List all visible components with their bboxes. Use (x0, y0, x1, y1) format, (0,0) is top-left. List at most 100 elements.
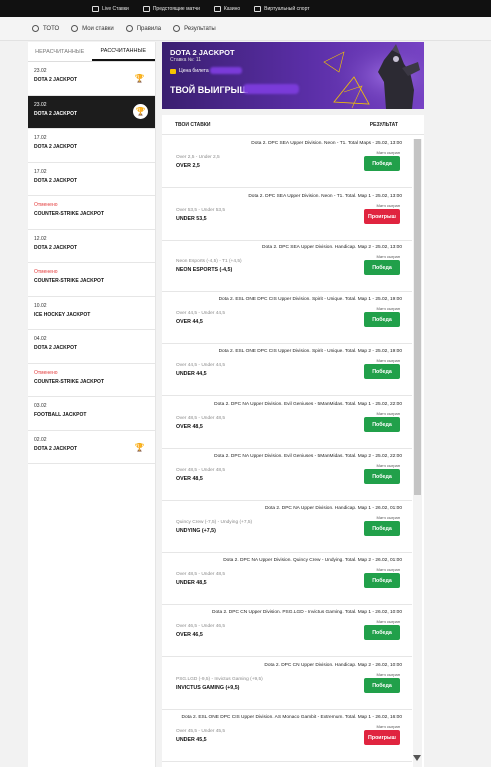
bet-choice: UNDER 45,5 (176, 737, 207, 743)
hero-art (314, 42, 424, 109)
match-played-label: Матч сыгран (376, 411, 400, 416)
bet-row: Dota 2. DPC NA Upper Division. Evil Geni… (162, 397, 412, 449)
sidebar-item[interactable]: 04.02 DOTA 2 JACKPOT (28, 330, 155, 364)
subnav-results-label: Результаты (184, 25, 216, 32)
bet-market: Over 44,5 - Under 44,5 (176, 363, 226, 368)
result-badge: Победа (364, 573, 400, 588)
bet-choice: UNDER 44,5 (176, 371, 207, 377)
match-played-label: Матч сыгран (376, 463, 400, 468)
bet-event: Dota 2. DPC SEA Upper Division. Handicap… (262, 245, 402, 250)
bet-row: Dota 2. DPC CN Upper Division. Handicap.… (162, 658, 412, 710)
tab-settled[interactable]: РАССЧИТАННЫЕ (91, 42, 155, 61)
bet-event: Dota 2. DPC NA Upper Division. Evil Geni… (214, 454, 402, 459)
bet-row: Dota 2. ESL ONE DPC CIS Upper Division. … (162, 344, 412, 396)
sidebar-item[interactable]: 23.02 DOTA 2 JACKPOT 🏆 (28, 62, 155, 96)
virtual-sport-icon (254, 5, 262, 12)
bet-market: Over 48,5 - Under 48,5 (176, 468, 226, 473)
bet-choice: UNDER 48,5 (176, 580, 207, 586)
book-icon (125, 25, 133, 32)
bet-event: Dota 2. DPC NA Upper Division. Quincy Cr… (223, 558, 402, 563)
bet-choice: OVER 2,5 (176, 163, 200, 169)
win-redaction (243, 84, 299, 94)
bet-event: Dota 2. DPC NA Upper Division. Handicap.… (264, 506, 402, 511)
tab-unsettled[interactable]: НЕРАСЧИТАННЫЕ (28, 42, 92, 61)
match-played-label: Матч сыгран (376, 619, 400, 624)
bet-choice: OVER 48,5 (176, 424, 203, 430)
column-bets: ТВОИ СТАВКИ (175, 121, 211, 128)
item-name: DOTA 2 JACKPOT (34, 345, 78, 351)
topnav-live-label: Live Ставки (102, 5, 129, 12)
bets-panel: ТВОИ СТАВКИ РЕЗУЛЬТАТ Dota 2. DPC SEA Up… (162, 115, 424, 767)
bets-icon (71, 25, 79, 32)
sidebar-item[interactable]: Отменено COUNTER-STRIKE JACKPOT (28, 196, 155, 230)
ticket-price-label: Цена билета (179, 68, 209, 74)
sidebar-list: 23.02 DOTA 2 JACKPOT 🏆 23.02 DOTA 2 JACKPOT 🏆… (28, 62, 155, 464)
bet-choice: OVER 44,5 (176, 319, 203, 325)
scrollbar[interactable] (413, 139, 422, 767)
jackpot-banner: DOTA 2 JACKPOT Ставка №: 11 Цена билета … (162, 42, 424, 109)
sidebar-item[interactable]: Отменено COUNTER-STRIKE JACKPOT (28, 263, 155, 297)
price-redaction (210, 67, 242, 74)
result-badge: Победа (364, 312, 400, 327)
match-played-label: Матч сыгран (376, 724, 400, 729)
bets-header: ТВОИ СТАВКИ РЕЗУЛЬТАТ (162, 115, 424, 135)
scrollbar-thumb[interactable] (414, 139, 421, 495)
result-badge: Победа (364, 678, 400, 693)
item-name: DOTA 2 JACKPOT (34, 177, 78, 184)
bet-event: Dota 2. ESL ONE DPC CIS Upper Division. … (181, 715, 402, 720)
item-date: Отменено (34, 269, 58, 275)
sidebar-item[interactable]: 17.02 DOTA 2 JACKPOT (28, 129, 155, 163)
sidebar-item[interactable]: 17.02 DOTA 2 JACKPOT (28, 163, 155, 196)
subnav-results[interactable]: Результаты (173, 25, 216, 32)
bet-market: Over 46,5 - Under 46,5 (176, 624, 226, 629)
bet-event: Dota 2. ESL ONE DPC CIS Upper Division. … (218, 297, 402, 302)
result-badge: Победа (364, 469, 400, 484)
bet-row: Dota 2. DPC NA Upper Division. Evil Geni… (162, 449, 412, 501)
bet-choice: INVICTUS GAMING (+9,5) (176, 685, 240, 691)
bet-row: Dota 2. ESL ONE DPC CIS Upper Division. … (162, 292, 412, 344)
bet-market: Over 45,5 - Under 45,5 (176, 729, 226, 734)
bet-market: Over 44,5 - Under 44,5 (176, 311, 226, 316)
subnav-toto[interactable]: ТОТО (32, 25, 59, 32)
bet-choice: UNDER 53,5 (176, 216, 207, 222)
topnav-live[interactable]: Live Ставки (92, 5, 129, 12)
item-date: Отменено (34, 202, 58, 208)
trophy-icon: 🏆 (134, 442, 145, 452)
sidebar-item[interactable]: 10.02 ICE HOCKEY JACKPOT (28, 297, 155, 330)
item-date: 12.02 (34, 235, 47, 242)
sidebar-item[interactable]: Отменено COUNTER-STRIKE JACKPOT (28, 364, 155, 397)
item-name: COUNTER-STRIKE JACKPOT (34, 378, 105, 385)
topnav-virtual[interactable]: Виртуальный спорт (254, 5, 310, 12)
scroll-down-arrow[interactable] (413, 755, 421, 761)
bet-market: Quincy Crew (-7,5) - Undying (+7,5) (176, 520, 253, 525)
bet-event: Dota 2. DPC SEA Upper Division. Neon - T… (248, 194, 402, 199)
check-icon (173, 25, 181, 32)
item-date: 03.02 (34, 403, 47, 409)
column-result: РЕЗУЛЬТАТ (369, 121, 398, 128)
sidebar-item[interactable]: 12.02 DOTA 2 JACKPOT (28, 230, 155, 263)
bet-event: Dota 2. DPC NA Upper Division. Evil Geni… (214, 402, 402, 407)
casino-icon (213, 5, 221, 12)
subnav-toto-label: ТОТО (43, 25, 60, 32)
bet-event: Dota 2. DPC CN Upper Division. PSG.LGD -… (211, 610, 402, 615)
subnav-my-bets-label: Мои ставки (82, 25, 114, 32)
calendar-icon (142, 5, 150, 12)
subnav-rules[interactable]: Правила (125, 25, 162, 32)
sidebar-tabs: НЕРАСЧИТАННЫЕ РАССЧИТАННЫЕ (28, 42, 155, 62)
bet-row: Dota 2. DPC SEA Upper Division. Neon - T… (162, 136, 412, 188)
bet-choice: NEON ESPORTS (-4,5) (176, 267, 233, 273)
topnav-upcoming[interactable]: Предстоящие матчи (142, 5, 200, 12)
sidebar-item[interactable]: 23.02 DOTA 2 JACKPOT 🏆 (28, 95, 155, 129)
item-date: 17.02 (34, 168, 47, 175)
result-badge: Победа (364, 364, 400, 379)
sidebar-item[interactable]: 02.02 DOTA 2 JACKPOT 🏆 (28, 431, 155, 464)
bet-market: Neon Esports (-4,5) - T1 (+4,5) (176, 259, 242, 264)
result-badge: Победа (364, 521, 400, 536)
subnav-my-bets[interactable]: Мои ставки (71, 25, 114, 32)
match-played-label: Матч сыгран (376, 306, 400, 311)
bet-market: PSG.LGD (-9,5) - Invictus Gaming (+9,5) (176, 677, 263, 682)
topnav-casino[interactable]: Казино (213, 5, 240, 12)
ticket-price: Цена билета (170, 68, 209, 74)
subnav-rules-label: Правила (136, 25, 162, 32)
sidebar-item[interactable]: 03.02 FOOTBALL JACKPOT (28, 397, 155, 431)
